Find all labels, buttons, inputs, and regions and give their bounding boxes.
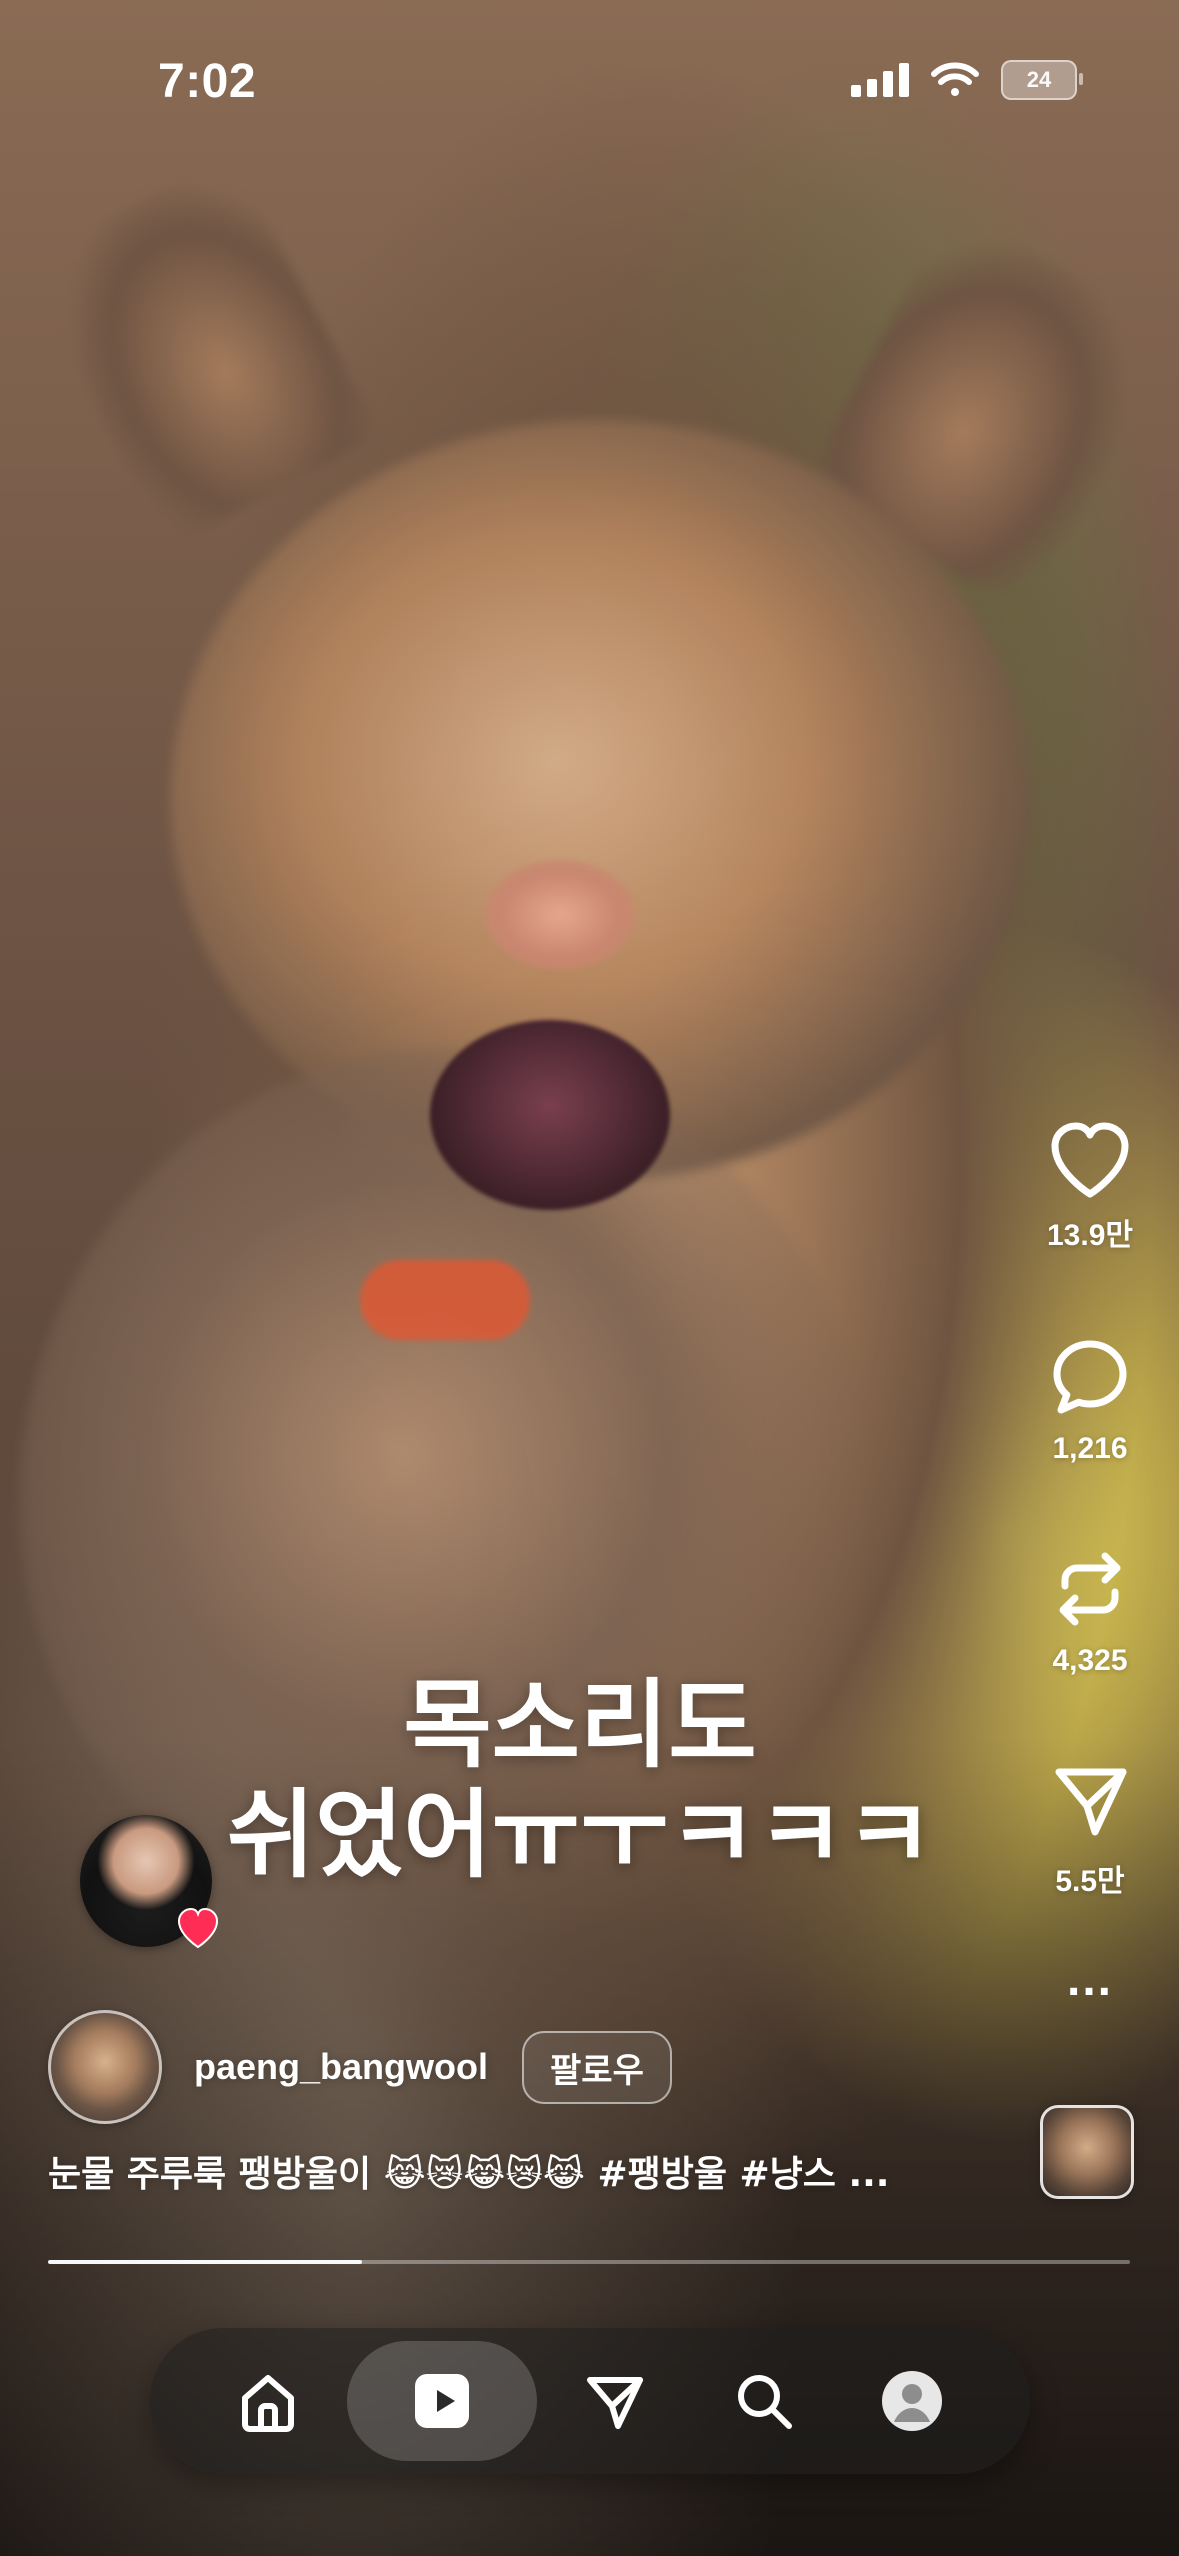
status-icons: 24 bbox=[851, 60, 1083, 100]
share-action[interactable]: 5.5만 bbox=[1047, 1758, 1133, 1900]
search-icon bbox=[737, 2375, 792, 2429]
author-username[interactable]: paeng_bangwool bbox=[194, 2046, 488, 2088]
nav-home[interactable] bbox=[198, 2341, 338, 2461]
bottom-navigation bbox=[150, 2328, 1030, 2474]
comment-count: 1,216 bbox=[1052, 1432, 1128, 1465]
nav-search[interactable] bbox=[694, 2341, 834, 2461]
repost-count: 4,325 bbox=[1052, 1644, 1128, 1677]
home-icon bbox=[242, 2375, 294, 2432]
share-count: 5.5만 bbox=[1055, 1865, 1125, 1898]
send-icon bbox=[587, 2377, 643, 2429]
follow-button[interactable]: 팔로우 bbox=[522, 2030, 672, 2104]
action-rail: 13.9만 1,216 4,325 5.5만 ... bbox=[1030, 1120, 1150, 2004]
audio-thumbnail[interactable] bbox=[1040, 2105, 1134, 2199]
repost-icon bbox=[1059, 1552, 1121, 1626]
heart-icon bbox=[1051, 1122, 1129, 1198]
heart-badge-icon bbox=[177, 1907, 219, 1949]
author-avatar[interactable] bbox=[48, 2010, 162, 2124]
reels-icon bbox=[414, 2374, 469, 2428]
video-progress-fill bbox=[48, 2260, 362, 2264]
nav-reels[interactable] bbox=[346, 2341, 537, 2461]
like-action[interactable]: 13.9만 bbox=[1047, 1120, 1133, 1254]
more-icon[interactable]: ... bbox=[1067, 1956, 1113, 2004]
post-caption[interactable]: 눈물 주루룩 팽방울이 😹😿😹😿😹 #팽방울 #냥스 ... bbox=[48, 2145, 978, 2197]
video-progress-track[interactable] bbox=[48, 2260, 1130, 2264]
cat-ear-left bbox=[18, 152, 382, 548]
comment-icon bbox=[1053, 1340, 1127, 1414]
battery-icon: 24 bbox=[1001, 60, 1083, 100]
wifi-icon bbox=[931, 62, 979, 98]
send-icon bbox=[1055, 1768, 1127, 1836]
reels-screen: 7:02 24 13.9만 1,216 4,325 5.5만 ... 목소리도 … bbox=[0, 0, 1179, 2556]
status-time: 7:02 bbox=[158, 55, 257, 108]
like-count: 13.9만 bbox=[1047, 1219, 1133, 1252]
profile-icon bbox=[882, 2371, 942, 2431]
battery-level: 24 bbox=[1026, 67, 1052, 92]
nav-messages[interactable] bbox=[545, 2341, 685, 2461]
status-bar: 7:02 24 bbox=[0, 0, 1179, 175]
nav-profile[interactable] bbox=[842, 2341, 982, 2461]
cat-collar bbox=[360, 1260, 530, 1340]
cat-mouth bbox=[430, 1020, 670, 1210]
signal-icon bbox=[851, 63, 909, 97]
caption-line-2: 쉬었어ㅠㅜㅋㅋㅋ bbox=[226, 1779, 934, 1892]
caption-line-1: 목소리도 bbox=[403, 1669, 757, 1781]
comment-action[interactable]: 1,216 bbox=[1047, 1334, 1133, 1466]
repost-action[interactable]: 4,325 bbox=[1047, 1546, 1133, 1678]
cat-nose bbox=[485, 860, 635, 970]
video-caption-overlay: 목소리도 쉬었어ㅠㅜㅋㅋㅋ bbox=[170, 1670, 990, 1891]
author-row: paeng_bangwool 팔로우 bbox=[48, 2010, 672, 2124]
